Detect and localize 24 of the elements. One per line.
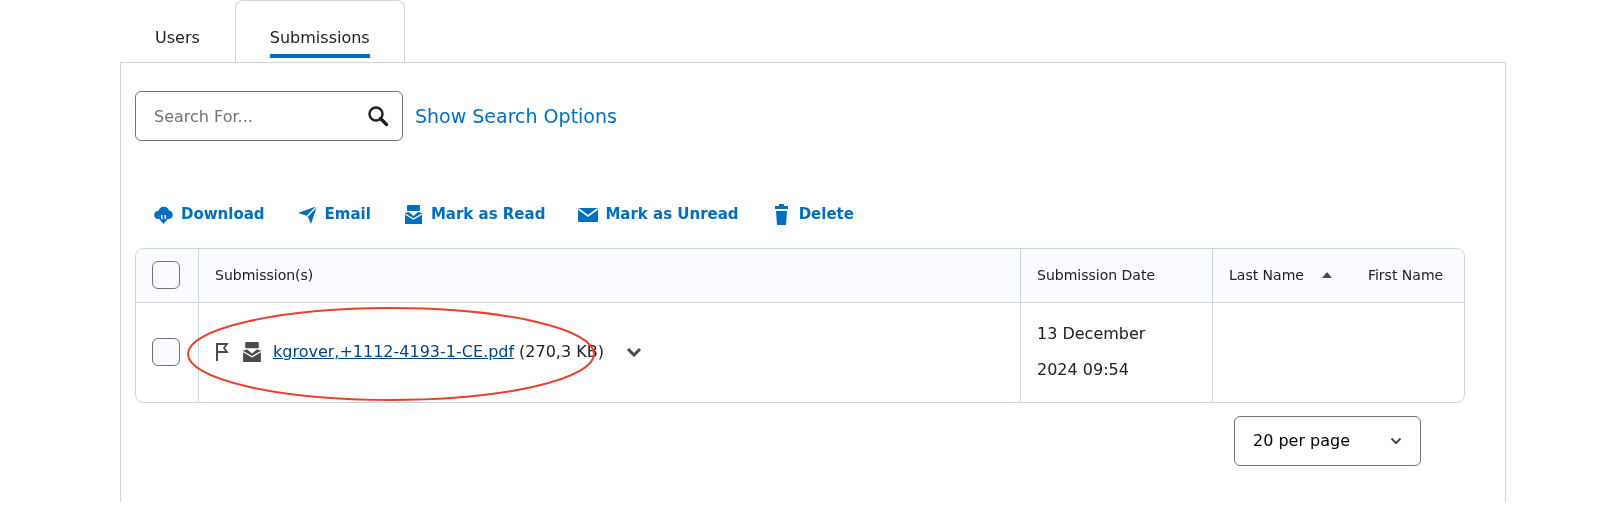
toolbar-button[interactable]: Delete — [770, 203, 854, 226]
toolbar-button[interactable]: Mark as Unread — [577, 203, 739, 226]
show-search-options-link[interactable]: Show Search Options — [415, 101, 617, 131]
column-header[interactable]: Last Name — [1213, 264, 1304, 286]
paper-plane-icon — [296, 203, 318, 225]
column-header[interactable]: Submission(s) — [199, 264, 314, 286]
submission-date: 13 December 2024 09:54 — [1037, 323, 1147, 381]
row-checkbox[interactable] — [152, 338, 180, 366]
select-all-checkbox[interactable] — [152, 261, 180, 289]
search-icon — [367, 105, 389, 127]
per-page-select[interactable]: 20 per page — [1234, 415, 1421, 466]
file-link[interactable]: kgrover,+1112-4193-1-CE.pdf — [273, 340, 515, 364]
column-header[interactable]: First Name — [1367, 264, 1444, 286]
chevron-down-icon[interactable] — [625, 347, 642, 357]
flag-icon[interactable] — [215, 342, 229, 362]
toolbar-button[interactable]: Download — [153, 203, 265, 226]
tab[interactable]: Submissions — [234, 0, 405, 62]
chevron-down-icon — [1390, 436, 1402, 445]
toolbar-button[interactable]: Mark as Read — [402, 203, 546, 226]
open-envelope-icon — [241, 341, 263, 363]
open-envelope-icon — [402, 203, 424, 225]
toolbar-button[interactable]: Email — [296, 203, 371, 226]
search-field[interactable]: Search For... — [135, 91, 403, 141]
tab[interactable]: Users — [120, 0, 235, 62]
